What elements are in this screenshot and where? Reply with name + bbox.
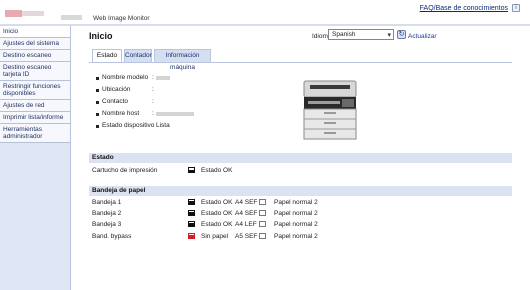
row-paper-type: Papel normal 2 <box>274 221 318 228</box>
language-value: Spanish <box>332 31 356 38</box>
sidebar-item-herramientas-admin[interactable]: Herramientas administrador <box>0 124 70 143</box>
section-bandeja-papel: Bandeja de papel <box>89 186 512 196</box>
info-row-contact: Contacto : <box>96 98 256 110</box>
table-row: Band. bypass Sin papel A5 SEF Papel norm… <box>89 231 512 242</box>
info-label: Nombre modelo <box>102 74 149 81</box>
app-title: Web Image Monitor <box>93 15 150 22</box>
sidebar-item-imprimir-lista[interactable]: Imprimir lista/informe <box>0 112 70 124</box>
info-value: Lista <box>156 122 170 129</box>
tray-ok-icon <box>188 210 195 216</box>
paper-orientation-icon <box>259 210 266 216</box>
top-header: Web Image Monitor FAQ/Base de conocimien… <box>0 0 530 26</box>
table-row: Bandeja 3 Estado OK A4 LEF Papel normal … <box>89 219 512 230</box>
info-label: Nombre host <box>102 110 140 117</box>
row-state: Estado OK <box>201 199 233 206</box>
refresh-link[interactable]: Actualizar <box>408 33 437 40</box>
faq-link[interactable]: FAQ/Base de conocimientos <box>420 5 508 12</box>
tray-empty-icon <box>188 233 195 239</box>
redacted-value <box>156 112 194 116</box>
row-name: Band. bypass <box>92 233 132 240</box>
row-state: Estado OK <box>201 210 233 217</box>
info-separator: : <box>152 110 154 117</box>
paper-orientation-icon <box>259 221 266 227</box>
row-paper-type: Papel normal 2 <box>274 233 318 240</box>
row-name: Bandeja 3 <box>92 221 122 228</box>
info-row-location: Ubicación : <box>96 86 256 98</box>
info-label: Estado dispositivo <box>102 122 155 129</box>
cartridge-ok-icon <box>188 167 195 173</box>
brand-logo-text <box>22 11 44 16</box>
info-row-model: Nombre modelo : <box>96 74 256 86</box>
row-paper-type: Papel normal 2 <box>274 199 318 206</box>
row-paper-size: A5 SEF <box>235 233 258 240</box>
paper-orientation-icon <box>259 233 266 239</box>
sidebar-item-destino-escaneo-tarjeta[interactable]: Destino escaneo tarjeta ID <box>0 62 70 81</box>
row-paper-size: A4 LEF <box>235 221 257 228</box>
info-separator: : <box>152 98 154 105</box>
paper-orientation-icon <box>259 199 266 205</box>
tab-estado[interactable]: Estado <box>92 49 122 62</box>
main-content: Inicio Idioma Spanish ▾ ↻ Actualizar Est… <box>72 26 530 290</box>
section-estado: Estado <box>89 153 512 163</box>
table-row: Bandeja 2 Estado OK A4 SEF Papel normal … <box>89 208 512 219</box>
sidebar-item-ajustes-red[interactable]: Ajustes de red <box>0 100 70 112</box>
redacted-value <box>156 76 170 80</box>
info-separator: : <box>152 122 154 129</box>
tab-divider <box>89 62 512 63</box>
row-paper-size: A4 SEF <box>235 210 258 217</box>
help-icon[interactable]: i <box>512 4 520 12</box>
bullet-icon <box>96 101 99 104</box>
table-row: Cartucho de impresión Estado OK <box>89 165 512 176</box>
row-name: Bandeja 1 <box>92 199 122 206</box>
row-name: Bandeja 2 <box>92 210 122 217</box>
row-state: Estado OK <box>201 167 233 174</box>
tray-ok-icon <box>188 221 195 227</box>
printer-image <box>303 80 357 140</box>
tray-ok-icon <box>188 199 195 205</box>
bullet-icon <box>96 77 99 80</box>
bullet-icon <box>96 125 99 128</box>
chevron-down-icon: ▾ <box>387 32 391 39</box>
table-row: Bandeja 1 Estado OK A4 SEF Papel normal … <box>89 197 512 208</box>
info-row-hostname: Nombre host : <box>96 110 256 122</box>
info-separator: : <box>152 86 154 93</box>
language-select[interactable]: Spanish ▾ <box>328 29 394 40</box>
info-separator: : <box>152 74 154 81</box>
page-title: Inicio <box>89 31 113 41</box>
sidebar: Inicio Ajustes del sistema Destino escan… <box>0 26 71 290</box>
row-paper-type: Papel normal 2 <box>274 210 318 217</box>
sidebar-item-restringir-funciones[interactable]: Restringir funciones disponibles <box>0 81 70 100</box>
brand-logo <box>5 10 22 17</box>
row-state: Sin papel <box>201 233 229 240</box>
sidebar-item-destino-escaneo[interactable]: Destino escaneo <box>0 50 70 62</box>
bullet-icon <box>96 89 99 92</box>
info-label: Ubicación <box>102 86 131 93</box>
bullet-icon <box>96 113 99 116</box>
row-state: Estado OK <box>201 221 233 228</box>
info-label: Contacto <box>102 98 129 105</box>
device-info: Nombre modelo : Ubicación : Contacto : N… <box>96 74 256 134</box>
row-name: Cartucho de impresión <box>92 167 158 174</box>
sidebar-item-ajustes-sistema[interactable]: Ajustes del sistema <box>0 38 70 50</box>
row-paper-size: A4 SEF <box>235 199 258 206</box>
sidebar-item-inicio[interactable]: Inicio <box>0 26 70 38</box>
refresh-icon[interactable]: ↻ <box>397 30 406 39</box>
tab-informacion-maquina[interactable]: Información máquina <box>154 49 211 71</box>
info-row-device-status: Estado dispositivo : Lista <box>96 122 256 134</box>
tab-contador[interactable]: Contador <box>124 49 152 62</box>
product-mark <box>61 15 82 20</box>
